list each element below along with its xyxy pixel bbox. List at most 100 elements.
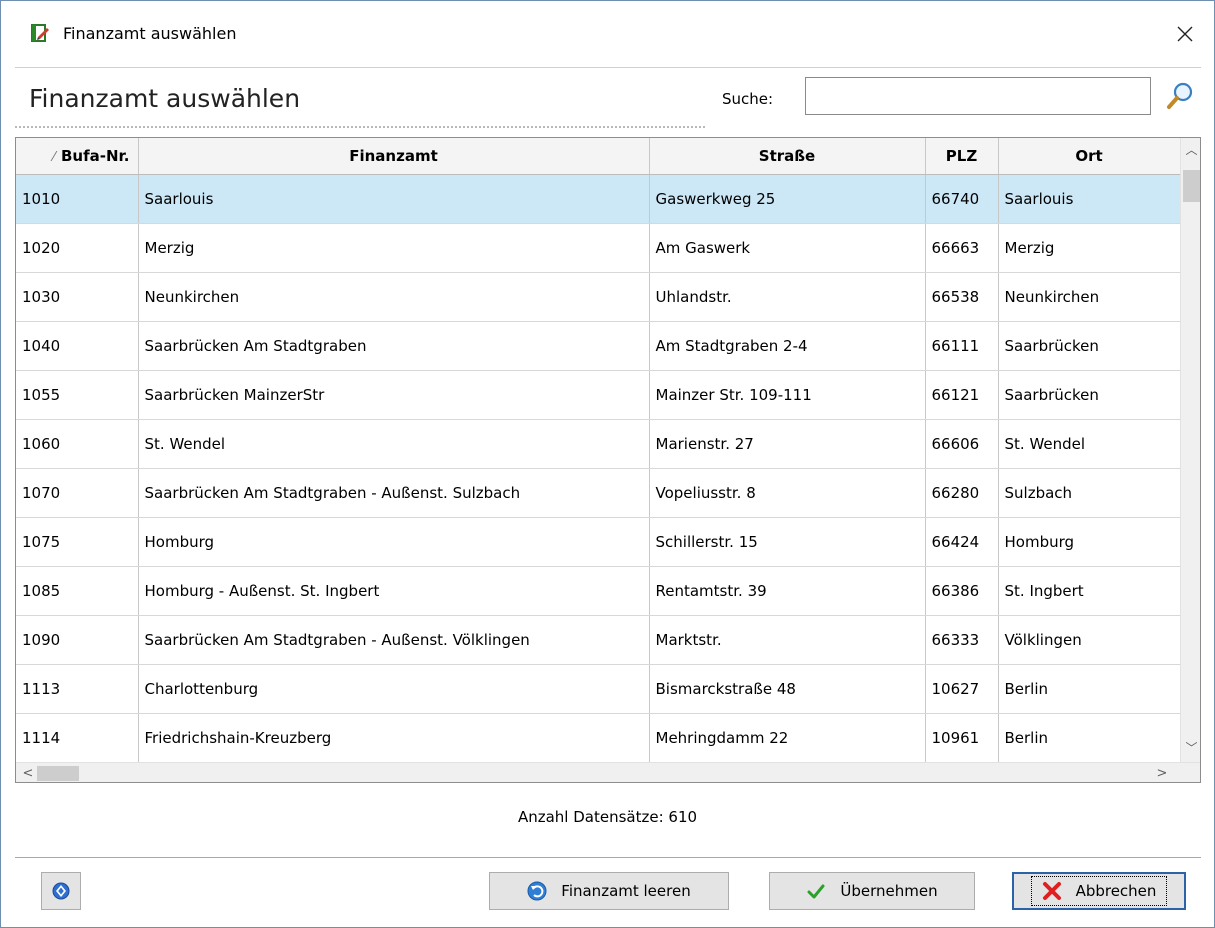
cell-bufa-nr: 1055 <box>16 370 139 420</box>
cell-finanzamt: Saarbrücken MainzerStr <box>138 370 650 420</box>
scroll-down-icon[interactable]: ﹀ <box>1181 738 1200 758</box>
vertical-scrollbar[interactable]: ︿ ﹀ <box>1180 138 1200 762</box>
cell-strasse: Vopeliusstr. 8 <box>649 468 926 518</box>
cell-bufa-nr: 1040 <box>16 321 139 371</box>
cell-finanzamt: Merzig <box>138 223 650 273</box>
table-row[interactable]: 1075 Homburg Schillerstr. 15 66424 Homburg <box>16 517 1181 567</box>
apply-button[interactable]: Übernehmen <box>769 872 975 910</box>
dialog-window: Finanzamt auswählen Finanzamt auswählen … <box>0 0 1215 928</box>
cell-finanzamt: Charlottenburg <box>138 664 650 714</box>
table-row[interactable]: 1020 Merzig Am Gaswerk 66663 Merzig <box>16 223 1181 273</box>
cancel-focus-frame: Abbrechen <box>1030 876 1168 906</box>
cell-ort: Merzig <box>998 223 1181 273</box>
cell-bufa-nr: 1085 <box>16 566 139 616</box>
scroll-left-icon[interactable]: < <box>18 763 38 782</box>
cell-plz: 66663 <box>925 223 999 273</box>
cell-strasse: Am Stadtgraben 2-4 <box>649 321 926 371</box>
cell-bufa-nr: 1010 <box>16 174 139 224</box>
search-input[interactable] <box>805 77 1151 115</box>
cell-finanzamt: Saarbrücken Am Stadtgraben <box>138 321 650 371</box>
table-row[interactable]: 1114 Friedrichshain-Kreuzberg Mehringdamm … <box>16 713 1181 763</box>
cell-plz: 66121 <box>925 370 999 420</box>
magnifier-icon <box>1167 82 1193 109</box>
page-title: Finanzamt auswählen <box>29 84 301 113</box>
cell-bufa-nr: 1030 <box>16 272 139 322</box>
cell-ort: Berlin <box>998 664 1181 714</box>
apply-label: Übernehmen <box>840 882 938 900</box>
cell-strasse: Bismarckstraße 48 <box>649 664 926 714</box>
close-button[interactable] <box>1167 17 1203 51</box>
cancel-button[interactable]: Abbrechen <box>1012 872 1186 910</box>
scroll-right-icon[interactable]: > <box>1152 763 1172 782</box>
table-row[interactable]: 1060 St. Wendel Marienstr. 27 66606 St. Wend… <box>16 419 1181 469</box>
cell-bufa-nr: 1060 <box>16 419 139 469</box>
table-row[interactable]: 1113 Charlottenburg Bismarckstraße 48 10627… <box>16 664 1181 714</box>
cell-bufa-nr: 1075 <box>16 517 139 567</box>
table-row[interactable]: 1070 Saarbrücken Am Stadtgraben - Außenst… <box>16 468 1181 518</box>
column-header-strasse[interactable]: Straße <box>649 138 926 175</box>
table-row[interactable]: 1090 Saarbrücken Am Stadtgraben - Außenst… <box>16 615 1181 665</box>
form-icon <box>30 23 50 43</box>
scroll-up-icon[interactable]: ︿ <box>1181 140 1200 160</box>
search-button[interactable] <box>1163 80 1197 114</box>
horizontal-scrollbar[interactable]: < > <box>16 762 1200 782</box>
cell-strasse: Am Gaswerk <box>649 223 926 273</box>
close-icon <box>1177 26 1193 42</box>
header-divider <box>15 126 705 128</box>
cell-bufa-nr: 1070 <box>16 468 139 518</box>
search-label: Suche: <box>722 90 774 108</box>
table-row[interactable]: 1055 Saarbrücken MainzerStr Mainzer Str. 1… <box>16 370 1181 420</box>
cell-plz: 66280 <box>925 468 999 518</box>
cell-plz: 66606 <box>925 419 999 469</box>
cell-ort: Berlin <box>998 713 1181 763</box>
dialog-header: Finanzamt auswählen Suche: <box>15 67 1201 132</box>
cell-finanzamt: Homburg - Außenst. St. Ingbert <box>138 566 650 616</box>
clear-finanzamt-label: Finanzamt leeren <box>561 882 691 900</box>
column-header-plz[interactable]: PLZ <box>925 138 999 175</box>
cell-plz: 66333 <box>925 615 999 665</box>
table-row[interactable]: 1010 Saarlouis Gaswerkweg 25 66740 Saarlouis <box>16 174 1181 224</box>
table-row[interactable]: 1085 Homburg - Außenst. St. Ingbert Rentam… <box>16 566 1181 616</box>
cell-ort: Sulzbach <box>998 468 1181 518</box>
cell-plz: 66740 <box>925 174 999 224</box>
cell-ort: Völklingen <box>998 615 1181 665</box>
cancel-label: Abbrechen <box>1075 882 1157 900</box>
cell-finanzamt: Saarlouis <box>138 174 650 224</box>
table-row[interactable]: 1040 Saarbrücken Am Stadtgraben Am Stadtgr… <box>16 321 1181 371</box>
cell-ort: St. Ingbert <box>998 566 1181 616</box>
cell-bufa-nr: 1113 <box>16 664 139 714</box>
cell-finanzamt: St. Wendel <box>138 419 650 469</box>
footer-divider <box>15 857 1201 859</box>
cell-strasse: Marienstr. 27 <box>649 419 926 469</box>
horizontal-scroll-thumb[interactable] <box>37 766 79 781</box>
cell-ort: St. Wendel <box>998 419 1181 469</box>
column-header-ort[interactable]: Ort <box>998 138 1181 175</box>
cell-strasse: Mainzer Str. 109-111 <box>649 370 926 420</box>
cell-ort: Saarbrücken <box>998 370 1181 420</box>
table-row[interactable]: 1030 Neunkirchen Uhlandstr. 66538 Neunkirche… <box>16 272 1181 322</box>
undo-icon <box>527 881 547 901</box>
title-bar: Finanzamt auswählen <box>1 1 1214 65</box>
cell-strasse: Gaswerkweg 25 <box>649 174 926 224</box>
cell-strasse: Schillerstr. 15 <box>649 517 926 567</box>
cell-finanzamt: Friedrichshain-Kreuzberg <box>138 713 650 763</box>
clear-finanzamt-button[interactable]: Finanzamt leeren <box>489 872 729 910</box>
cell-strasse: Marktstr. <box>649 615 926 665</box>
cell-strasse: Mehringdamm 22 <box>649 713 926 763</box>
cell-plz: 66424 <box>925 517 999 567</box>
cell-plz: 10961 <box>925 713 999 763</box>
cross-icon <box>1042 882 1061 900</box>
window-title: Finanzamt auswählen <box>63 24 237 43</box>
cell-ort: Homburg <box>998 517 1181 567</box>
cell-finanzamt: Neunkirchen <box>138 272 650 322</box>
column-header-finanzamt[interactable]: Finanzamt <box>138 138 650 175</box>
info-button[interactable] <box>41 872 81 910</box>
cell-bufa-nr: 1020 <box>16 223 139 273</box>
cell-finanzamt: Saarbrücken Am Stadtgraben - Außenst. Vö… <box>138 615 650 665</box>
cell-finanzamt: Homburg <box>138 517 650 567</box>
column-header-bufa[interactable]: ⁄ Bufa-Nr. <box>16 138 139 175</box>
cell-strasse: Rentamtstr. 39 <box>649 566 926 616</box>
vertical-scroll-thumb[interactable] <box>1183 170 1200 202</box>
cell-ort: Saarlouis <box>998 174 1181 224</box>
finanzamt-table[interactable]: ⁄ Bufa-Nr. Finanzamt Straße PLZ Ort 1010 S… <box>15 137 1201 783</box>
